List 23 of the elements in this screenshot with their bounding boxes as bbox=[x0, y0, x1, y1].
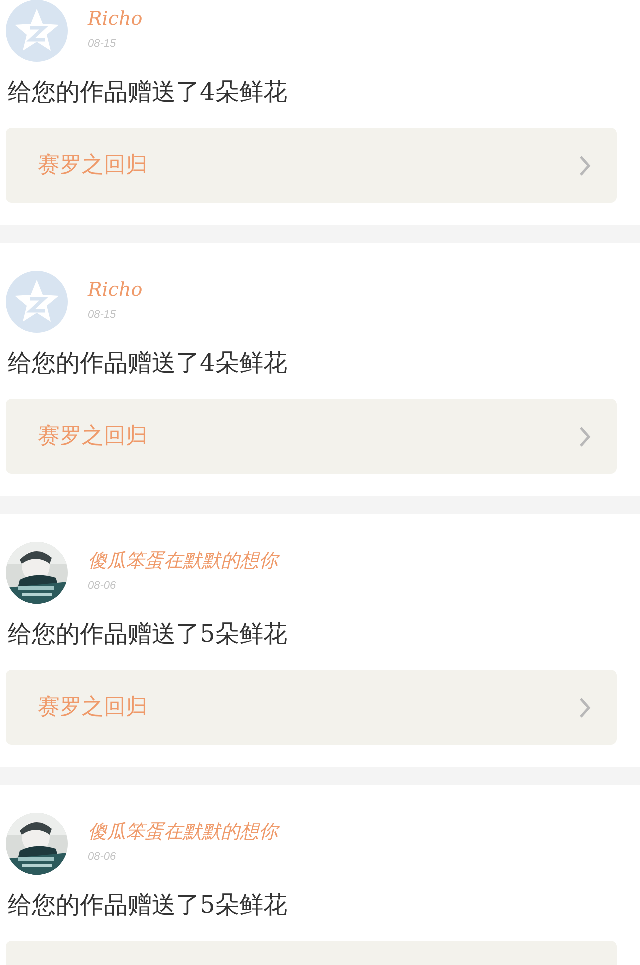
post-date: 08-06 bbox=[88, 579, 118, 594]
post-date: 08-06 bbox=[88, 850, 118, 865]
work-card[interactable]: 赛罗之回归 bbox=[6, 670, 617, 745]
post-date: 08-15 bbox=[88, 308, 118, 323]
avatar-icon[interactable] bbox=[6, 271, 68, 333]
avatar-icon[interactable] bbox=[6, 0, 68, 62]
gift-message: 给您的作品赠送了4朵鲜花 bbox=[7, 77, 288, 108]
user-name[interactable]: 傻瓜笨蛋在默默的想你 bbox=[88, 819, 278, 845]
work-title: 赛罗之回归 bbox=[38, 152, 148, 180]
user-name[interactable]: 傻瓜笨蛋在默默的想你 bbox=[88, 548, 278, 574]
work-title: 赛罗之回归 bbox=[38, 694, 148, 722]
chevron-right-icon bbox=[579, 426, 591, 448]
chevron-right-icon bbox=[579, 154, 591, 176]
gift-message: 给您的作品赠送了5朵鲜花 bbox=[7, 890, 288, 921]
user-name[interactable]: Richo bbox=[88, 277, 143, 303]
work-card[interactable]: 赛罗之回归 bbox=[6, 399, 617, 474]
work-title: 赛罗之回归 bbox=[38, 423, 148, 451]
user-name[interactable]: Richo bbox=[88, 6, 143, 32]
post-date: 08-15 bbox=[88, 37, 118, 52]
chevron-right-icon bbox=[579, 696, 591, 718]
gift-message: 给您的作品赠送了4朵鲜花 bbox=[7, 348, 288, 379]
work-card[interactable]: 赛罗之回归 bbox=[6, 128, 617, 203]
gift-message: 给您的作品赠送了5朵鲜花 bbox=[7, 619, 288, 650]
